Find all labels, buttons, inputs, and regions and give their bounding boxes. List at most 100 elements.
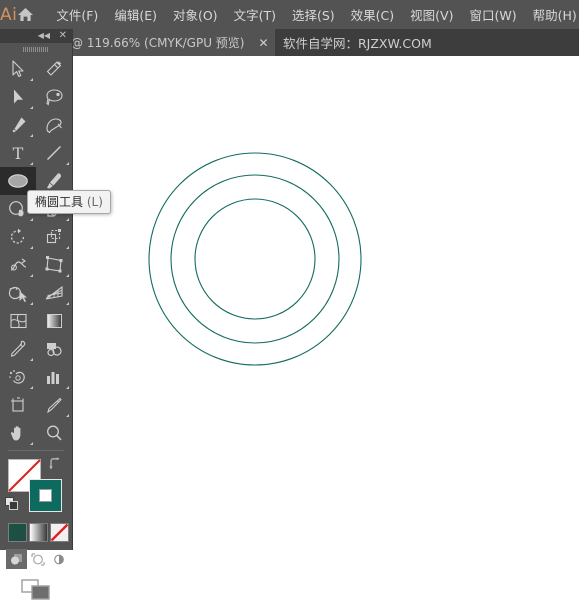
symbol-sprayer-tool[interactable] [0,363,36,391]
slice-knife-icon [47,397,62,414]
fill-stroke-controls [0,457,72,600]
menu-type[interactable]: 文字(T) [226,2,284,27]
lasso-icon [45,89,63,106]
artboard-tool[interactable] [0,391,36,419]
tool-group-corner [30,162,33,165]
direct-selection-tool[interactable] [0,83,36,111]
shaper-circle-icon [9,201,24,217]
eyedropper-icon [10,340,26,357]
tools-separator [8,450,64,451]
draw-inside-button[interactable] [48,549,69,569]
draw-inside-icon [53,554,64,564]
middle-circle [170,174,340,344]
gradient-icon [46,314,62,328]
draw-behind-button[interactable] [27,549,48,569]
stroke-swatch[interactable] [29,479,62,512]
tool-group-corner [30,358,33,361]
shape-builder-icon [8,286,27,302]
pen-tool[interactable] [0,111,36,139]
close-icon[interactable]: ✕ [259,37,269,49]
tool-group-corner [66,386,69,389]
color-mode-row [8,523,69,542]
magnifier-icon [47,425,62,441]
lasso-tool[interactable] [36,83,72,111]
eyedropper-tool[interactable] [0,335,36,363]
menu-file[interactable]: 文件(F) [48,2,106,27]
menu-view[interactable]: 视图(V) [402,2,461,27]
arrow-outline-icon [12,60,24,78]
tool-group-corner [66,246,69,249]
zoom-tool[interactable] [36,419,72,447]
screen-mode-button[interactable] [0,579,72,601]
document-tab-bar: @ 119.66% (CMYK/GPU 预览) ✕ 软件自学网：RJZXW.CO… [0,29,579,56]
draw-normal-button[interactable] [6,549,27,569]
magic-wand-icon [46,61,62,76]
gradient-tool[interactable] [36,307,72,335]
free-transform-tool[interactable] [36,251,72,279]
gradient-mode-button[interactable] [29,523,48,542]
menu-edit[interactable]: 编辑(E) [106,2,165,27]
menu-item-list: 文件(F) 编辑(E) 对象(O) 文字(T) 选择(S) 效果(C) 视图(V… [48,2,579,27]
tool-group-corner [30,386,33,389]
column-graph-icon [47,372,59,384]
rotate-tool[interactable] [0,223,36,251]
blend-tool[interactable] [36,335,72,363]
close-panel-icon[interactable]: ✕ [59,29,67,43]
illustrator-window: Ai 文件(F) 编辑(E) 对象(O) 文字(T) 选择(S) 效果(C) 视… [0,0,579,600]
menu-window[interactable]: 窗口(W) [461,2,524,27]
tooltip-label: 椭圆工具 [35,195,84,209]
selection-tool[interactable] [0,55,36,83]
tools-panel: ◀◀ ✕ T [0,29,73,600]
tools-grid: T [0,55,72,447]
menu-help[interactable]: 帮助(H) [525,2,579,27]
hand-tool[interactable] [0,419,36,447]
default-fill-stroke-icon[interactable] [5,497,19,511]
document-tab[interactable]: @ 119.66% (CMYK/GPU 预览) ✕ [63,29,275,56]
tool-group-corner [66,218,69,221]
inner-circle [194,198,316,320]
collapse-panel-icon[interactable]: ◀◀ [38,30,50,42]
color-mode-button[interactable] [8,523,27,542]
scale-tool[interactable] [36,223,72,251]
free-transform-icon [45,256,63,273]
line-segment-tool[interactable] [36,139,72,167]
slice-tool[interactable] [36,391,72,419]
perspective-grid-tool[interactable] [36,279,72,307]
tool-group-corner [66,162,69,165]
symbol-sprayer-icon [9,370,25,384]
type-T-icon: T [13,144,24,162]
width-tool[interactable] [0,251,36,279]
tool-group-corner [66,302,69,305]
svg-text:T: T [13,144,24,162]
tool-tooltip: 椭圆工具 (L) [27,190,111,214]
tool-group-corner [30,274,33,277]
none-swatch-icon [51,524,68,541]
width-warp-icon [10,258,26,271]
none-mode-button[interactable] [50,523,69,542]
tool-group-corner [66,414,69,417]
curvature-tool[interactable] [36,111,72,139]
magic-wand-tool[interactable] [36,55,72,83]
column-graph-tool[interactable] [36,363,72,391]
tools-panel-header: ◀◀ ✕ [0,29,72,43]
artboard-canvas[interactable] [72,56,579,550]
mesh-tool[interactable] [0,307,36,335]
draw-mode-row [6,549,69,569]
draw-behind-icon [30,552,45,566]
curvature-pen-icon [45,118,62,134]
blend-icon [47,343,62,357]
paintbrush-icon [47,173,62,189]
menu-effect[interactable]: 效果(C) [343,2,402,27]
tool-group-corner [30,134,33,137]
tool-group-corner [30,106,33,109]
arrow-solid-icon [14,89,23,104]
panel-drag-handle[interactable] [0,43,72,55]
swap-fill-stroke-icon[interactable] [48,457,62,471]
shape-builder-tool[interactable] [0,279,36,307]
watermark-text: 软件自学网：RJZXW.COM [283,36,432,51]
home-icon[interactable] [17,7,34,22]
tool-group-corner [30,78,33,81]
type-tool[interactable]: T [0,139,36,167]
menu-object[interactable]: 对象(O) [165,2,226,27]
menu-select[interactable]: 选择(S) [284,2,343,27]
